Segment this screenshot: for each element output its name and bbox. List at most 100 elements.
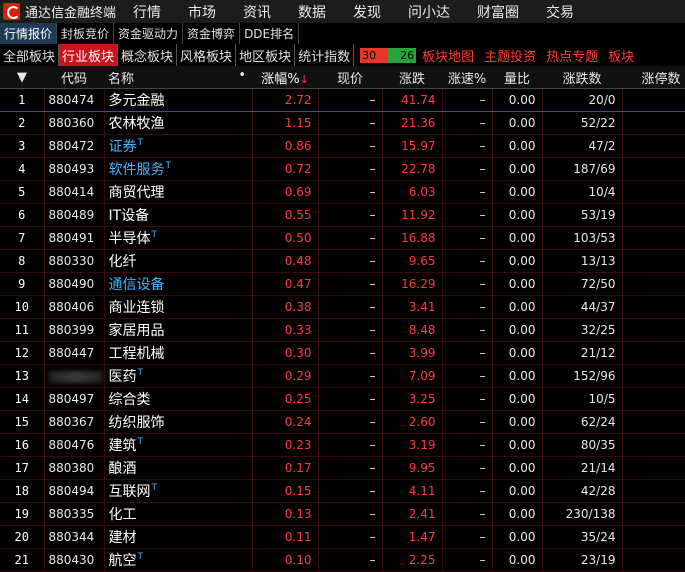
table-row[interactable]: 11880399家居用品0.33–8.48–0.0032/250 xyxy=(0,318,685,342)
table-row[interactable]: 20880344建材0.11–1.47–0.0035/240 xyxy=(0,525,685,549)
up-count: 30 xyxy=(360,47,389,63)
tab-fund-game[interactable]: 资金博弈 xyxy=(183,23,241,44)
cell-speed: – xyxy=(442,272,493,296)
header-volume-ratio[interactable]: 量比 xyxy=(492,66,542,89)
cell-code: 880344 xyxy=(44,525,105,549)
cell-speed: – xyxy=(442,364,493,388)
table-row[interactable]: 19880335化工0.13–2.41–0.00230/1380 xyxy=(0,502,685,526)
cell-volume-ratio: 0.00 xyxy=(492,525,543,549)
updown-counter: 30 26 xyxy=(360,44,417,66)
header-name[interactable]: 名称 • xyxy=(104,66,252,89)
cell-updown-count: 13/13 xyxy=(542,249,623,273)
table-row[interactable]: 5880414商贸代理0.69–6.03–0.0010/40 xyxy=(0,180,685,204)
cell-limit-up: 0 xyxy=(622,387,685,411)
cell-volume-ratio: 0.00 xyxy=(492,548,543,572)
table-row[interactable]: 18880494互联网T0.15–4.11–0.0042/280 xyxy=(0,479,685,503)
table-row[interactable]: 14880497综合类0.25–3.25–0.0010/50 xyxy=(0,387,685,411)
table-row[interactable]: 15880367纺织服饰0.24–2.60–0.0062/240 xyxy=(0,410,685,434)
column-menu-icon[interactable]: ▼ xyxy=(0,66,44,89)
tab-dde-rank[interactable]: DDE排名 xyxy=(240,23,300,44)
cell-limit-up: 0 xyxy=(622,341,685,365)
header-speed[interactable]: 涨速% xyxy=(442,66,492,89)
cell-speed: – xyxy=(442,226,493,250)
tab-concept-sectors[interactable]: 概念板块 xyxy=(118,44,178,66)
table-row[interactable]: 7880491半导体T0.50–16.88–0.00103/530 xyxy=(0,226,685,250)
header-change[interactable]: 涨跌 xyxy=(382,66,442,89)
table-row[interactable]: 9880490通信设备0.47–16.29–0.0072/500 xyxy=(0,272,685,296)
header-pct-label: 涨幅% xyxy=(261,71,300,87)
cell-name: 通信设备 xyxy=(104,272,253,296)
link-sector-more[interactable]: 板块 xyxy=(608,44,634,66)
table-row[interactable]: 13医药T0.29–7.09–0.00152/960 xyxy=(0,364,685,388)
menu-item-discover[interactable]: 发现 xyxy=(353,2,381,22)
header-updown-count[interactable]: 涨跌数 xyxy=(542,66,622,89)
table-row[interactable]: 3880472证券T0.86–15.97–0.0047/20 xyxy=(0,134,685,158)
cell-updown-count: 47/2 xyxy=(542,134,623,158)
cell-price: – xyxy=(318,226,383,250)
name-text: 商贸代理 xyxy=(108,185,165,201)
cell-name: 化纤 xyxy=(104,249,253,273)
cell-name: 商业连锁 xyxy=(104,295,253,319)
menu-item-market[interactable]: 行情 xyxy=(133,2,161,22)
cell-limit-up: 0 xyxy=(622,433,685,457)
cell-change: 1.47 xyxy=(382,525,443,549)
table-row[interactable]: 6880489IT设备0.55–11.92–0.0053/190 xyxy=(0,203,685,227)
cell-price: – xyxy=(318,502,383,526)
menu-item-news[interactable]: 资讯 xyxy=(243,2,271,22)
cell-index: 21 xyxy=(0,548,45,572)
cell-speed: – xyxy=(442,88,493,112)
cell-change: 21.36 xyxy=(382,111,443,135)
cell-volume-ratio: 0.00 xyxy=(492,341,543,365)
link-hot-topics[interactable]: 热点专题 xyxy=(546,44,598,66)
tab-style-sectors[interactable]: 风格板块 xyxy=(177,44,237,66)
table-row[interactable]: 21880430航空T0.10–2.25–0.0023/190 xyxy=(0,548,685,572)
header-limit-up[interactable]: 涨停数 xyxy=(622,66,685,89)
tab-fund-drive[interactable]: 资金驱动力 xyxy=(114,23,184,44)
header-code[interactable]: 代码 xyxy=(44,66,104,89)
table-row[interactable]: 10880406商业连锁0.38–3.41–0.0044/370 xyxy=(0,295,685,319)
table-row[interactable]: 4880493软件服务T0.72–22.78–0.00187/690 xyxy=(0,157,685,181)
cell-volume-ratio: 0.00 xyxy=(492,249,543,273)
tab-limit-auction[interactable]: 封板竞价 xyxy=(57,23,115,44)
tab-region-sectors[interactable]: 地区板块 xyxy=(236,44,296,66)
tab-quotes[interactable]: 行情报价 xyxy=(0,23,58,44)
cell-price: – xyxy=(318,479,383,503)
tab-all-sectors[interactable]: 全部板块 xyxy=(0,44,60,66)
cell-updown-count: 20/0 xyxy=(542,88,623,112)
cell-updown-count: 53/19 xyxy=(542,203,623,227)
cell-limit-up: 0 xyxy=(622,502,685,526)
cell-volume-ratio: 0.00 xyxy=(492,502,543,526)
tab-industry-sectors[interactable]: 行业板块 xyxy=(59,44,119,66)
tab-stat-index[interactable]: 统计指数 xyxy=(295,44,355,66)
cell-index: 2 xyxy=(0,111,45,135)
table-row[interactable]: 16880476建筑T0.23–3.19–0.0080/350 xyxy=(0,433,685,457)
table-row[interactable]: 12880447工程机械0.30–3.99–0.0021/120 xyxy=(0,341,685,365)
table-row[interactable]: 8880330化纤0.48–9.65–0.0013/130 xyxy=(0,249,685,273)
cell-updown-count: 35/24 xyxy=(542,525,623,549)
menu-item-markets[interactable]: 市场 xyxy=(188,2,216,22)
sector-tabs: 全部板块 行业板块 概念板块 风格板块 地区板块 统计指数 30 26 板块地图… xyxy=(0,44,685,67)
link-theme-invest[interactable]: 主题投资 xyxy=(484,44,536,66)
header-price[interactable]: 现价 xyxy=(318,66,382,89)
cell-limit-up: 0 xyxy=(622,272,685,296)
cell-index: 6 xyxy=(0,203,45,227)
header-pct[interactable]: 涨幅%↓ xyxy=(252,66,318,89)
table-row[interactable]: 17880380酿酒0.17–9.95–0.0021/140 xyxy=(0,456,685,480)
cell-name: 纺织服饰 xyxy=(104,410,253,434)
cell-code: 880493 xyxy=(44,157,105,181)
menu-item-ask[interactable]: 问小达 xyxy=(408,2,450,22)
menu-item-wealth[interactable]: 财富圈 xyxy=(477,2,519,22)
menu-item-data[interactable]: 数据 xyxy=(298,2,326,22)
cell-pct: 2.72 xyxy=(252,88,319,112)
menu-item-trade[interactable]: 交易 xyxy=(546,2,574,22)
cell-speed: – xyxy=(442,111,493,135)
name-text: 纺织服饰 xyxy=(108,415,165,431)
blurred-code xyxy=(48,370,103,383)
cell-pct: 0.33 xyxy=(252,318,319,342)
name-text: 工程机械 xyxy=(108,346,165,362)
table-row[interactable]: 1880474多元金融2.72–41.74–0.0020/00 xyxy=(0,88,685,112)
cell-index: 12 xyxy=(0,341,45,365)
cell-price: – xyxy=(318,433,383,457)
link-sector-map[interactable]: 板块地图 xyxy=(422,44,474,66)
table-row[interactable]: 2880360农林牧渔1.15–21.36–0.0052/220 xyxy=(0,111,685,135)
